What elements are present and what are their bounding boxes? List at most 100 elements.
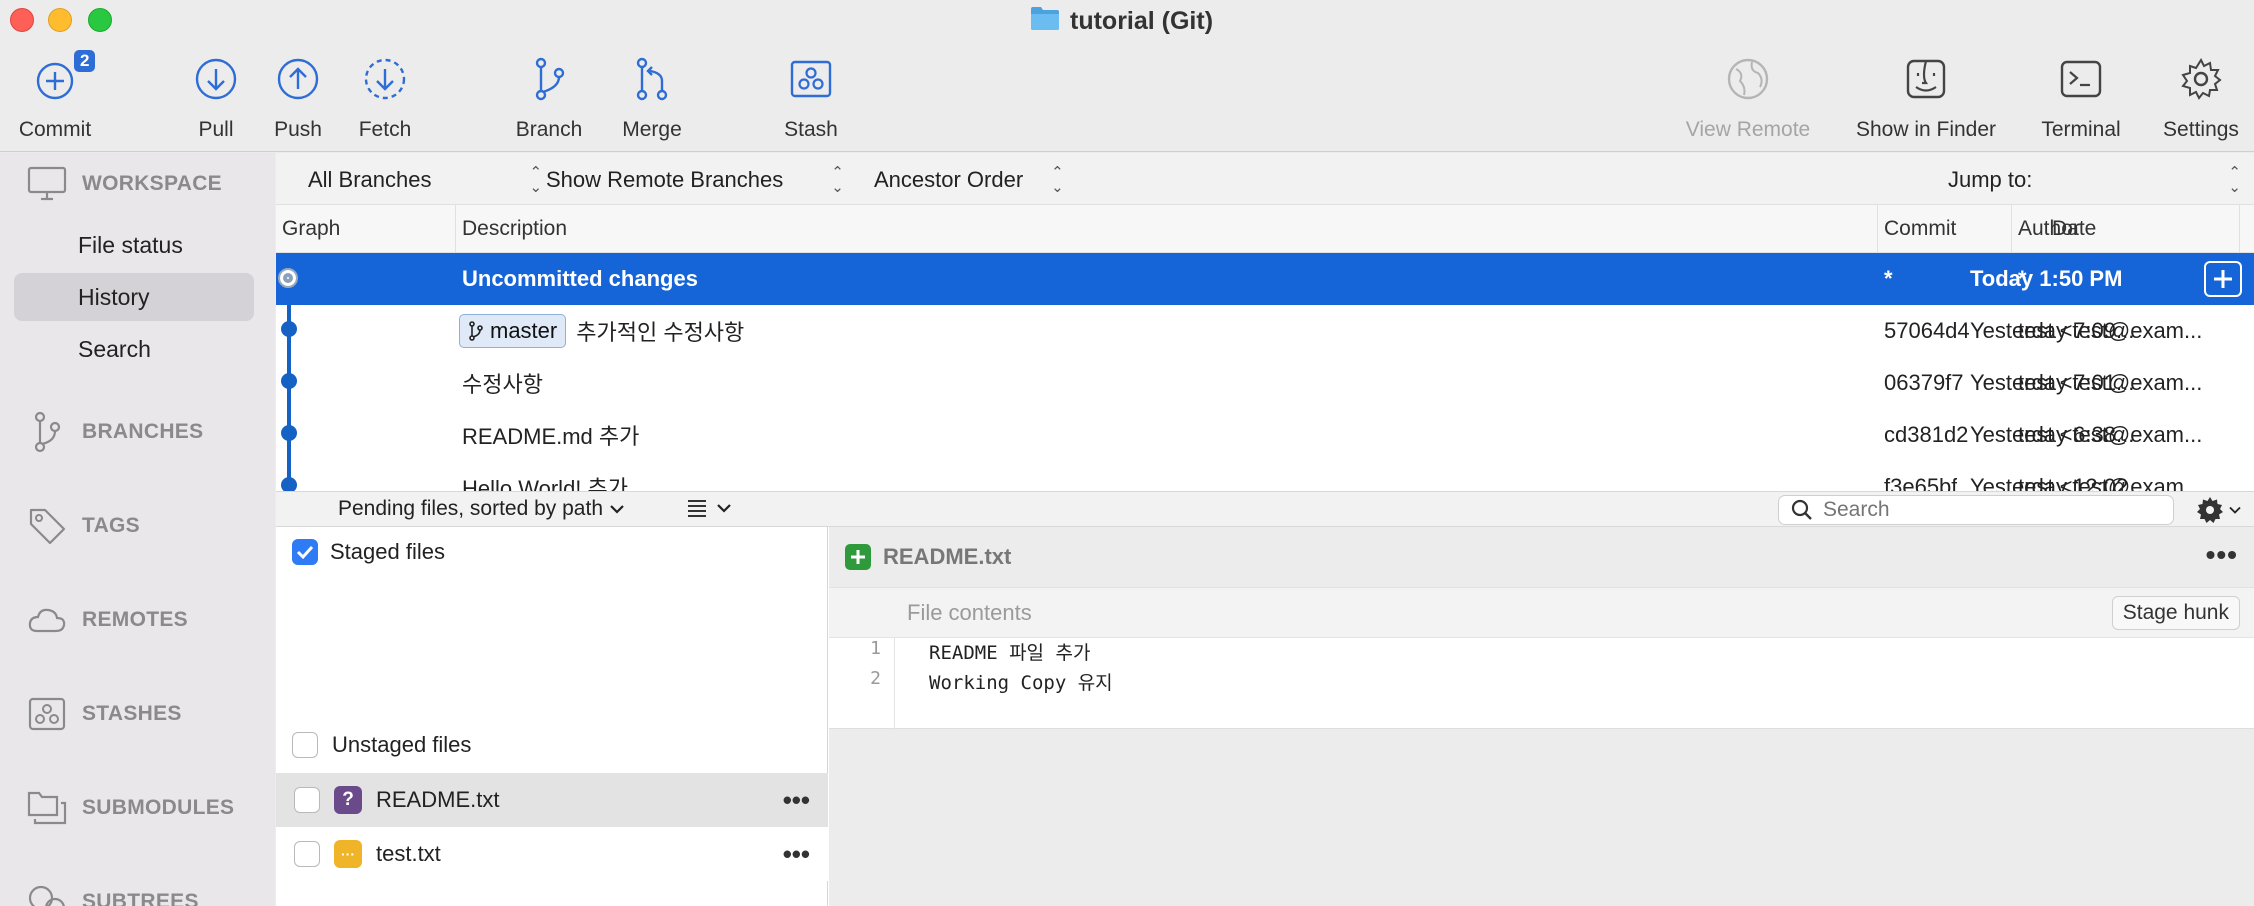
show-in-finder-button[interactable]: Show in Finder (1848, 52, 2004, 142)
subtree-icon (26, 881, 68, 906)
sidebar-section-label: WORKSPACE (82, 172, 222, 195)
commit-table-header: Graph Description Commit Author Date (276, 205, 2254, 253)
view-remote-button[interactable]: View Remote (1678, 52, 1818, 142)
file-more-button[interactable]: ••• (783, 785, 810, 816)
pull-button[interactable]: Pull (188, 52, 244, 142)
chevron-down-icon (2229, 506, 2241, 514)
sidebar-item-label: File status (78, 231, 183, 258)
staged-files-header: Staged files (276, 539, 827, 565)
commit-button[interactable]: 2 Commit (12, 50, 98, 142)
stash-icon (790, 60, 832, 98)
remote-branches-select[interactable]: Show Remote Branches ⌃ ⌄ (546, 165, 844, 195)
gear-icon (2181, 57, 2222, 100)
terminal-label: Terminal (2041, 118, 2121, 141)
updown-chevron-icon: ⌃ ⌄ (831, 164, 844, 196)
updown-chevron-icon: ⌃ ⌄ (2228, 164, 2241, 196)
stash-button[interactable]: Stash (778, 52, 844, 142)
order-select[interactable]: Ancestor Order ⌃ ⌄ (874, 165, 1064, 195)
minimize-window-button[interactable] (48, 8, 72, 32)
updown-chevron-icon: ⌃ ⌄ (529, 164, 543, 196)
commit-row[interactable]: 수정사항 06379f7 test <test@exam... Yesterda… (276, 357, 2254, 409)
sidebar-section-subtrees[interactable]: SUBTREES (26, 881, 199, 906)
diff-more-button[interactable]: ••• (2206, 539, 2238, 571)
gear-icon (2197, 497, 2223, 523)
fetch-label: Fetch (358, 118, 412, 141)
branch-icon (469, 321, 483, 341)
commit-date: Yesterday 7:01... (1970, 370, 2135, 395)
commit-hash: 57064d4 (1884, 318, 1970, 343)
zoom-window-button[interactable] (88, 8, 112, 32)
tag-icon (26, 505, 68, 547)
file-row-readme[interactable]: ? README.txt ••• (276, 773, 828, 827)
stage-hunk-button[interactable]: Stage hunk (2111, 596, 2240, 630)
commit-row[interactable]: Uncommitted changes * * Today 1:50 PM (276, 253, 2254, 305)
column-header-graph[interactable]: Graph (276, 205, 456, 253)
sidebar-section-workspace[interactable]: WORKSPACE (26, 163, 222, 205)
folder-icon (1030, 5, 1060, 38)
commit-row[interactable]: master 추가적인 수정사항 57064d4 test <test@exam… (276, 305, 2254, 357)
commit-row[interactable]: README.md 추가 cd381d2 test <test@exam... … (276, 409, 2254, 461)
diff-content: 1 2 README 파일 추가 Working Copy 유지 (829, 637, 2254, 730)
close-window-button[interactable] (10, 8, 34, 32)
graph-node (281, 373, 297, 389)
push-icon (277, 58, 319, 100)
sidebar-section-label: STASHES (82, 702, 182, 725)
diff-panel: README.txt ••• File contents Stage hunk … (829, 527, 2254, 906)
sort-menu[interactable]: Pending files, sorted by path (338, 497, 625, 521)
line-number-gutter: 1 2 (829, 638, 895, 730)
column-header-date[interactable]: Date (2052, 205, 2254, 253)
push-button[interactable]: Push (268, 52, 328, 142)
sidebar-section-tags[interactable]: TAGS (26, 505, 140, 547)
staged-files-label: Staged files (330, 539, 445, 564)
terminal-button[interactable]: Terminal (2034, 52, 2128, 142)
view-remote-label: View Remote (1685, 118, 1811, 141)
jump-to-select[interactable]: Jump to: ⌃ ⌄ (1948, 165, 2241, 195)
sidebar-item-search[interactable]: Search (14, 325, 254, 373)
app-window: tutorial (Git) 2 Commit Pull Push Fetch … (0, 0, 2254, 906)
file-row-test[interactable]: ··· test.txt ••• (276, 827, 828, 881)
commit-date: Today 1:50 PM (1970, 266, 2123, 291)
file-name: README.txt (376, 787, 500, 812)
untracked-question-icon: ? (334, 786, 362, 814)
sidebar-section-remotes[interactable]: REMOTES (26, 599, 188, 641)
commit-date: Yesterday 12:02... (1970, 474, 2147, 491)
plus-icon (2214, 270, 2232, 288)
line-number: 1 (870, 638, 881, 659)
branches-filter-select[interactable]: All Branches ⌃ ⌄ (308, 165, 542, 195)
chevron-down-icon (717, 504, 731, 513)
sidebar-item-file-status[interactable]: File status (14, 221, 254, 269)
branch-tag-master[interactable]: master (459, 314, 567, 348)
column-header-commit[interactable]: Commit (1878, 205, 2012, 253)
add-commit-button[interactable] (2204, 261, 2242, 297)
branch-icon (535, 57, 565, 101)
search-input[interactable] (1823, 498, 2143, 522)
sidebar-section-branches[interactable]: BRANCHES (26, 411, 203, 453)
file-checkbox[interactable] (294, 787, 320, 813)
settings-button[interactable]: Settings (2156, 52, 2246, 142)
staged-files-checkbox[interactable] (292, 539, 318, 565)
settings-label: Settings (2163, 118, 2239, 141)
sidebar-section-submodules[interactable]: SUBMODULES (26, 787, 234, 829)
search-field[interactable] (1778, 495, 2174, 525)
finder-icon (1906, 59, 1946, 99)
settings-menu-button[interactable] (2196, 496, 2242, 524)
merge-button[interactable]: Merge (614, 52, 690, 142)
stash-label: Stash (784, 118, 838, 141)
column-header-description[interactable]: Description (456, 205, 1878, 253)
fetch-button[interactable]: Fetch (354, 52, 416, 142)
sidebar-item-history[interactable]: History (14, 273, 254, 321)
branch-button[interactable]: Branch (510, 52, 588, 142)
file-more-button[interactable]: ••• (783, 839, 810, 870)
show-in-finder-label: Show in Finder (1855, 118, 1997, 141)
commit-row[interactable]: Hello World! 추가 f3e65bf test <test@exam.… (276, 461, 2254, 491)
sidebar-section-stashes[interactable]: STASHES (26, 693, 182, 735)
file-checkbox[interactable] (294, 841, 320, 867)
updown-chevron-icon: ⌃ ⌄ (1051, 164, 1064, 196)
view-mode-menu[interactable] (686, 498, 732, 518)
commit-count-badge: 2 (74, 50, 96, 72)
line-number: 2 (870, 668, 881, 689)
column-header-author[interactable]: Author (2012, 205, 2240, 253)
unstaged-files-checkbox[interactable] (292, 732, 318, 758)
sort-menu-label: Pending files, sorted by path (338, 497, 604, 520)
graph-node (281, 477, 297, 491)
